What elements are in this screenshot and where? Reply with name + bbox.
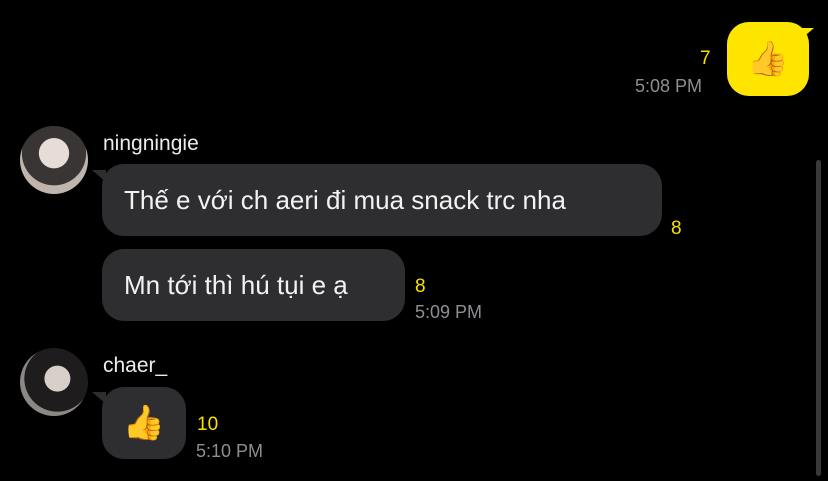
unread-count: 7	[700, 48, 711, 69]
message-timestamp: 5:10 PM	[196, 441, 264, 461]
received-message-bubble[interactable]: 👍	[102, 387, 186, 459]
received-message-bubble[interactable]: Thế e với ch aeri đi mua snack trc nha	[102, 164, 662, 236]
avatar[interactable]	[20, 348, 88, 416]
message-text: Thế e với ch aeri đi mua snack trc nha	[124, 184, 566, 215]
message-timestamp: 5:09 PM	[415, 302, 483, 322]
unread-count: 10	[197, 414, 219, 435]
avatar[interactable]	[20, 126, 88, 194]
sender-name[interactable]: chaer_	[103, 354, 167, 378]
sender-name[interactable]: ningningie	[103, 132, 199, 156]
thumbs-up-icon: 👍	[122, 403, 166, 443]
scrollbar[interactable]	[816, 160, 821, 476]
unread-count: 8	[671, 218, 682, 239]
message-text: Mn tới thì hú tụi e ạ	[124, 269, 348, 300]
thumbs-up-icon: 👍	[746, 39, 790, 79]
received-message-bubble[interactable]: Mn tới thì hú tụi e ạ	[102, 249, 405, 321]
sent-message-bubble[interactable]: 👍	[727, 22, 809, 96]
unread-count: 8	[415, 276, 426, 297]
message-timestamp: 5:08 PM	[635, 76, 703, 96]
